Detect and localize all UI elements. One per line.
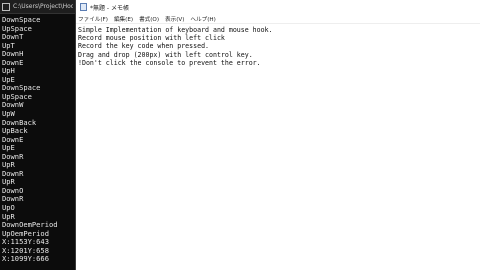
text-line: !Don't click the console to prevent the … [78,58,261,67]
text-line: Simple Implementation of keyboard and mo… [78,26,273,34]
console-line: DownSpace [2,84,41,93]
text-line: Record the key code when pressed. [78,42,210,51]
console-line: UpE [2,75,15,84]
console-line: DownR [2,195,24,204]
console-line: DownW [2,101,24,110]
console-line: UpE [2,144,15,153]
console-output: DownSpace UpSpace DownT UpT DownH DownE … [0,14,75,264]
console-line: UpR [2,178,15,187]
console-line: DownT [2,33,24,42]
console-window[interactable]: C:\Users\Project\Hook\ DownSpace UpSpace… [0,0,76,270]
menu-file[interactable]: ファイル(F) [78,15,108,23]
console-line: DownE [2,58,24,67]
notepad-icon [80,3,87,11]
console-line: UpT [2,41,15,50]
console-line: X:1201Y:658 [2,246,49,255]
console-line: UpR [2,161,15,170]
console-line: UpW [2,110,15,119]
menu-format[interactable]: 書式(O) [139,15,159,23]
text-line: Record mouse position with left click [78,34,225,43]
console-line: DownR [2,152,24,161]
console-line: UpR [2,212,15,221]
notepad-titlebar[interactable]: *無題 - メモ帳 [76,0,480,14]
console-line: UpBack [2,127,28,136]
console-line: DownSpace [2,16,41,24]
console-line: X:1099Y:666 [2,255,49,264]
console-line: DownH [2,50,24,59]
console-line: UpH [2,67,15,76]
console-line: UpOemPeriod [2,229,49,238]
notepad-text-area[interactable]: Simple Implementation of keyboard and mo… [76,24,480,67]
console-titlebar[interactable]: C:\Users\Project\Hook\ [0,0,75,14]
console-line: UpSpace [2,24,32,33]
notepad-menubar: ファイル(F) 編集(E) 書式(O) 表示(V) ヘルプ(H) [76,14,480,24]
console-line: X:1153Y:643 [2,238,49,247]
console-title: C:\Users\Project\Hook\ [13,3,73,10]
console-line: DownE [2,135,24,144]
text-line: Drag and drop (200px) with left control … [78,50,253,59]
console-line: DownBack [2,118,37,127]
notepad-window[interactable]: *無題 - メモ帳 ファイル(F) 編集(E) 書式(O) 表示(V) ヘルプ(… [76,0,480,270]
console-app-icon [2,2,10,11]
menu-edit[interactable]: 編集(E) [114,15,133,23]
menu-help[interactable]: ヘルプ(H) [190,15,215,23]
menu-view[interactable]: 表示(V) [165,15,184,23]
console-line: DownR [2,169,24,178]
console-line: UpO [2,204,15,213]
console-line: DownO [2,186,24,195]
console-line: DownOemPeriod [2,221,58,230]
console-line: UpSpace [2,92,32,101]
notepad-title: *無題 - メモ帳 [90,4,129,12]
